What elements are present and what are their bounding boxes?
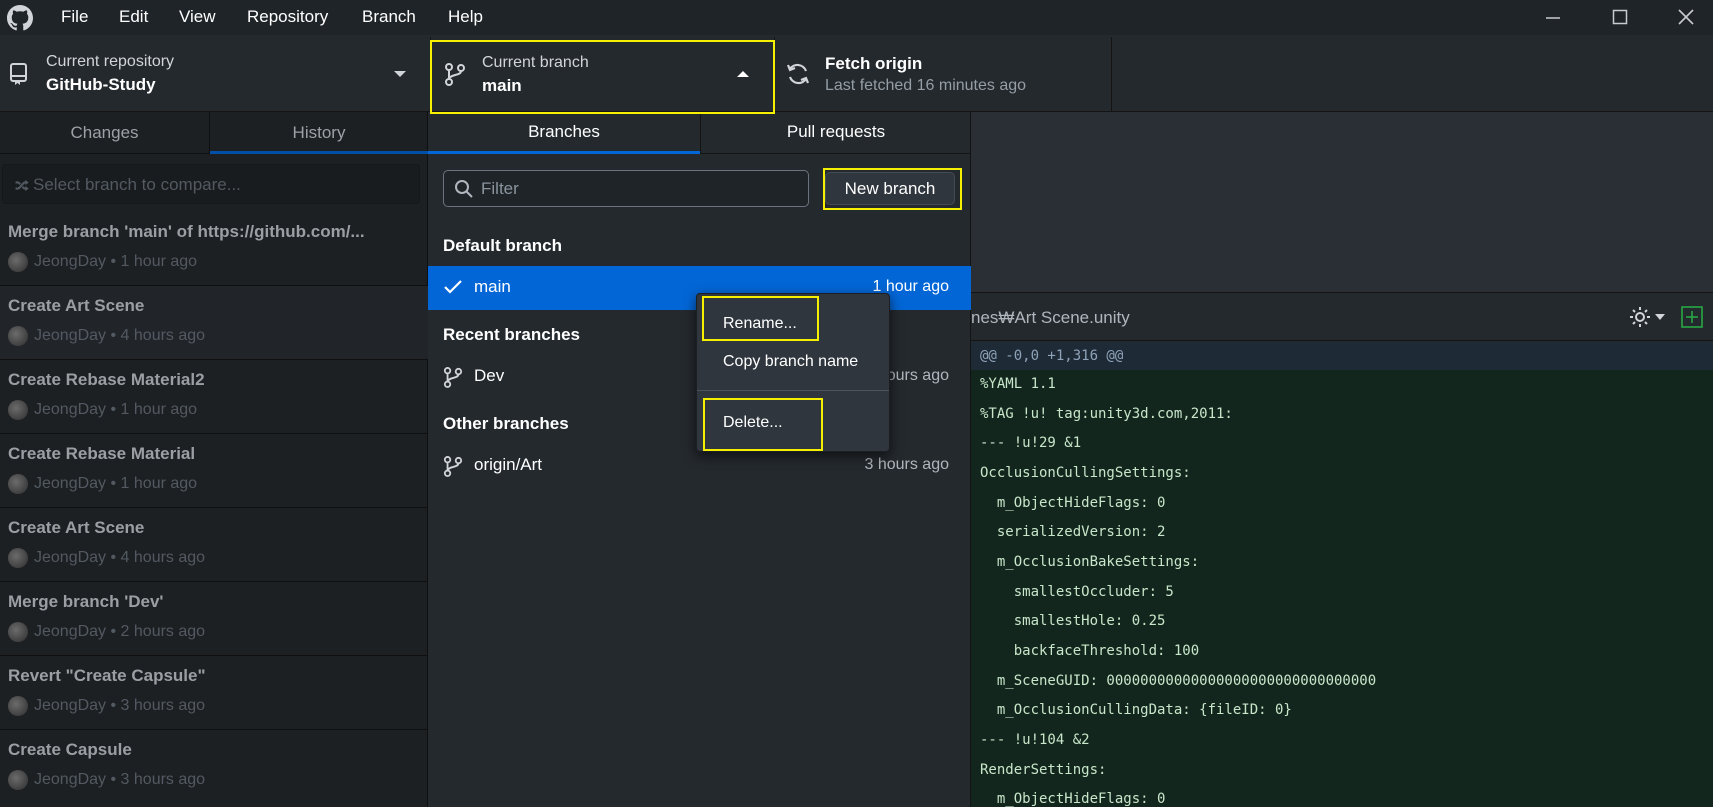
commit-summary-area (971, 112, 1713, 292)
menu-repository[interactable]: Repository (247, 0, 328, 35)
menu-edit[interactable]: Edit (119, 0, 148, 35)
current-repository-button[interactable]: Current repository GitHub-Study (0, 37, 430, 112)
branch-name: Dev (474, 366, 505, 385)
hunk-header-text: @@ -0,0 +1,316 @@ (980, 348, 1124, 364)
last-fetched-text: Last fetched 16 minutes ago (825, 77, 1027, 94)
menu-file[interactable]: File (61, 0, 88, 35)
diff-line: %YAML 1.1 (980, 376, 1056, 392)
tab-branches[interactable]: Branches (428, 112, 700, 154)
menu-separator (697, 390, 889, 391)
gear-icon[interactable] (1628, 305, 1652, 329)
branch-dropdown: Branches Pull requests Filter New branch… (428, 112, 971, 807)
diff-added-lines: %YAML 1.1 %TAG !u! tag:unity3d.com,2011:… (971, 370, 1713, 807)
diff-line: OcclusionCullingSettings: (980, 465, 1191, 481)
diff-line: m_OcclusionBakeSettings: (980, 554, 1200, 570)
diff-line: m_SceneGUID: 000000000000000000000000000… (980, 673, 1377, 689)
fetch-origin-title: Fetch origin (825, 54, 923, 73)
tab-pull-requests[interactable]: Pull requests (700, 112, 971, 154)
search-icon (455, 180, 473, 198)
diff-line: smallestHole: 0.25 (980, 613, 1166, 629)
diff-line: %TAG !u! tag:unity3d.com,2011: (980, 406, 1233, 422)
highlight-box-current-branch (430, 40, 775, 114)
highlight-box-delete (703, 398, 823, 451)
modal-overlay (0, 112, 428, 807)
chevron-down-icon[interactable] (1655, 313, 1665, 321)
diff-file-path: nes₩Art Scene.unity (971, 308, 1130, 327)
history-sidebar: Changes History 🔀︎ Select branch to comp… (0, 112, 428, 807)
menu-branch[interactable]: Branch (362, 0, 416, 35)
branch-name: main (474, 277, 511, 296)
diff-line: m_ObjectHideFlags: 0 (980, 495, 1166, 511)
default-branch-header: Default branch (443, 236, 563, 255)
diff-line: backfaceThreshold: 100 (980, 643, 1200, 659)
diff-panel: nes₩Art Scene.unity @@ -0,0 +1,316 @@ %Y… (971, 112, 1713, 807)
title-bar: File Edit View Repository Branch Help (0, 0, 1713, 35)
highlight-box-new-branch (823, 168, 962, 210)
toolbar-divider (1111, 37, 1112, 112)
filter-placeholder: Filter (481, 179, 519, 198)
diff-file-header: nes₩Art Scene.unity (971, 293, 1713, 341)
highlight-box-rename (702, 296, 819, 341)
git-branch-icon (443, 367, 463, 388)
diff-line: m_ObjectHideFlags: 0 (980, 791, 1166, 807)
sync-icon (786, 63, 810, 85)
repo-icon (10, 63, 27, 85)
fetch-origin-button[interactable]: Fetch origin Last fetched 16 minutes ago (775, 37, 1111, 112)
maximize-icon[interactable] (1592, 0, 1648, 35)
expand-icon[interactable] (1681, 306, 1703, 328)
diff-line: --- !u!104 &2 (980, 732, 1090, 748)
toolbar: Current repository GitHub-Study Current … (0, 37, 1713, 112)
menu-view[interactable]: View (179, 0, 216, 35)
diff-line: serializedVersion: 2 (980, 524, 1166, 540)
git-branch-icon (443, 456, 463, 477)
branch-time: 3 hours ago (864, 456, 949, 473)
recent-branches-header: Recent branches (443, 325, 580, 344)
diff-line: m_OcclusionCullingData: {fileID: 0} (980, 702, 1292, 718)
other-branches-header: Other branches (443, 414, 569, 433)
copy-branch-name-menu-item[interactable]: Copy branch name (723, 353, 858, 371)
branch-name: origin/Art (474, 455, 543, 474)
github-logo-icon (7, 5, 33, 31)
diff-line: smallestOccluder: 5 (980, 584, 1174, 600)
diff-hunk-header: @@ -0,0 +1,316 @@ (971, 342, 1713, 370)
diff-line: RenderSettings: (980, 762, 1107, 778)
current-repository-name: GitHub-Study (46, 75, 156, 94)
branch-filter-input[interactable]: Filter (443, 170, 809, 207)
current-repository-label: Current repository (46, 53, 175, 70)
chevron-down-icon (394, 71, 406, 77)
minimize-icon[interactable] (1525, 0, 1581, 35)
check-icon (444, 280, 462, 294)
close-icon[interactable] (1658, 0, 1713, 35)
diff-line: --- !u!29 &1 (980, 435, 1082, 451)
menu-help[interactable]: Help (448, 0, 483, 35)
